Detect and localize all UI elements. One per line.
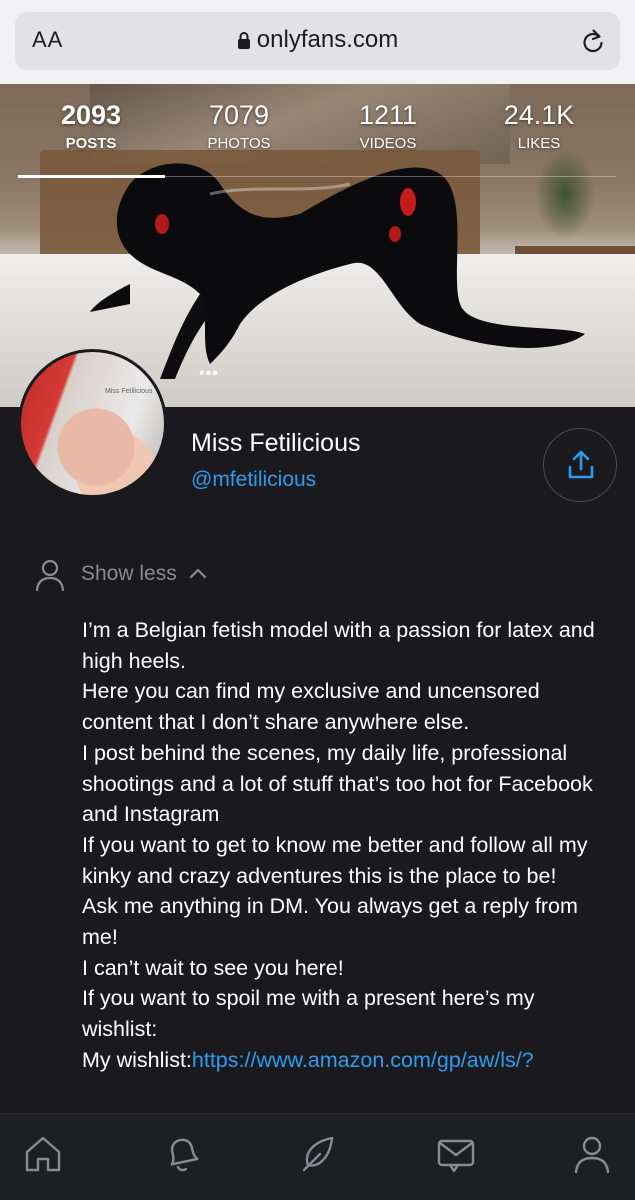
browser-address-bar: AA onlyfans.com [0, 0, 635, 84]
tab-posts[interactable]: 2093 POSTS [21, 98, 161, 156]
photos-count: 7079 [208, 100, 270, 130]
videos-label: VIDEOS [359, 135, 417, 152]
profile-stats-tabs: 2093 POSTS 7079 PHOTOS 1211 VIDEOS 24.1K… [18, 84, 616, 178]
photos-label: PHOTOS [207, 135, 271, 152]
cover-figure [90, 163, 585, 379]
more-options-dots[interactable]: ••• [196, 365, 222, 383]
profile-section: Miss Fetilicious Miss Fetilicious @mfeti… [0, 349, 635, 1113]
chevron-up-icon [189, 568, 207, 579]
url-text: onlyfans.com [256, 26, 399, 53]
share-button[interactable] [543, 428, 617, 502]
likes-label: LIKES [517, 135, 561, 152]
reload-icon[interactable] [580, 27, 606, 55]
posts-label: POSTS [65, 135, 117, 152]
bio-line: Ask me anything in DM. You always get a … [82, 894, 584, 950]
share-icon [568, 450, 594, 479]
avatar-watermark: Miss Fetilicious [105, 388, 153, 395]
bell-icon[interactable] [160, 1132, 204, 1176]
likes-count: 24.1K [503, 100, 575, 130]
show-less-label: Show less [81, 562, 177, 585]
bio-line: If you want to spoil me with a present h… [82, 986, 541, 1042]
lock-icon [237, 32, 250, 49]
bio-line: If you want to get to know me better and… [82, 832, 594, 888]
message-icon[interactable] [434, 1132, 478, 1176]
tab-videos[interactable]: 1211 VIDEOS [318, 98, 458, 156]
bio-line: I’m a Belgian fetish model with a passio… [82, 618, 601, 673]
avatar[interactable]: Miss Fetilicious [18, 349, 167, 498]
tab-likes[interactable]: 24.1K LIKES [469, 98, 609, 156]
videos-count: 1211 [358, 100, 418, 130]
bottom-navigation [0, 1113, 635, 1200]
url-display[interactable]: onlyfans.com [15, 26, 620, 54]
feather-icon[interactable] [296, 1132, 340, 1176]
bio-line: I can’t wait to see you here! [82, 955, 344, 980]
bio-line: Here you can find my exclusive and uncen… [82, 679, 546, 735]
bio-text: I’m a Belgian fetish model with a passio… [82, 615, 612, 1076]
display-name: Miss Fetilicious [191, 429, 361, 457]
wishlist-link[interactable]: https://www.amazon.com/gp/aw/ls/? [192, 1048, 534, 1072]
active-tab-indicator [18, 175, 165, 178]
url-pill[interactable]: AA onlyfans.com [15, 12, 620, 70]
username[interactable]: @mfetilicious [191, 468, 316, 492]
person-icon [35, 559, 65, 592]
tab-photos[interactable]: 7079 PHOTOS [169, 98, 309, 156]
bio-line: I post behind the scenes, my daily life,… [82, 740, 599, 827]
wishlist-label: My wishlist: [82, 1047, 192, 1072]
user-icon[interactable] [570, 1132, 614, 1176]
home-icon[interactable] [21, 1132, 65, 1176]
posts-count: 2093 [60, 100, 122, 130]
